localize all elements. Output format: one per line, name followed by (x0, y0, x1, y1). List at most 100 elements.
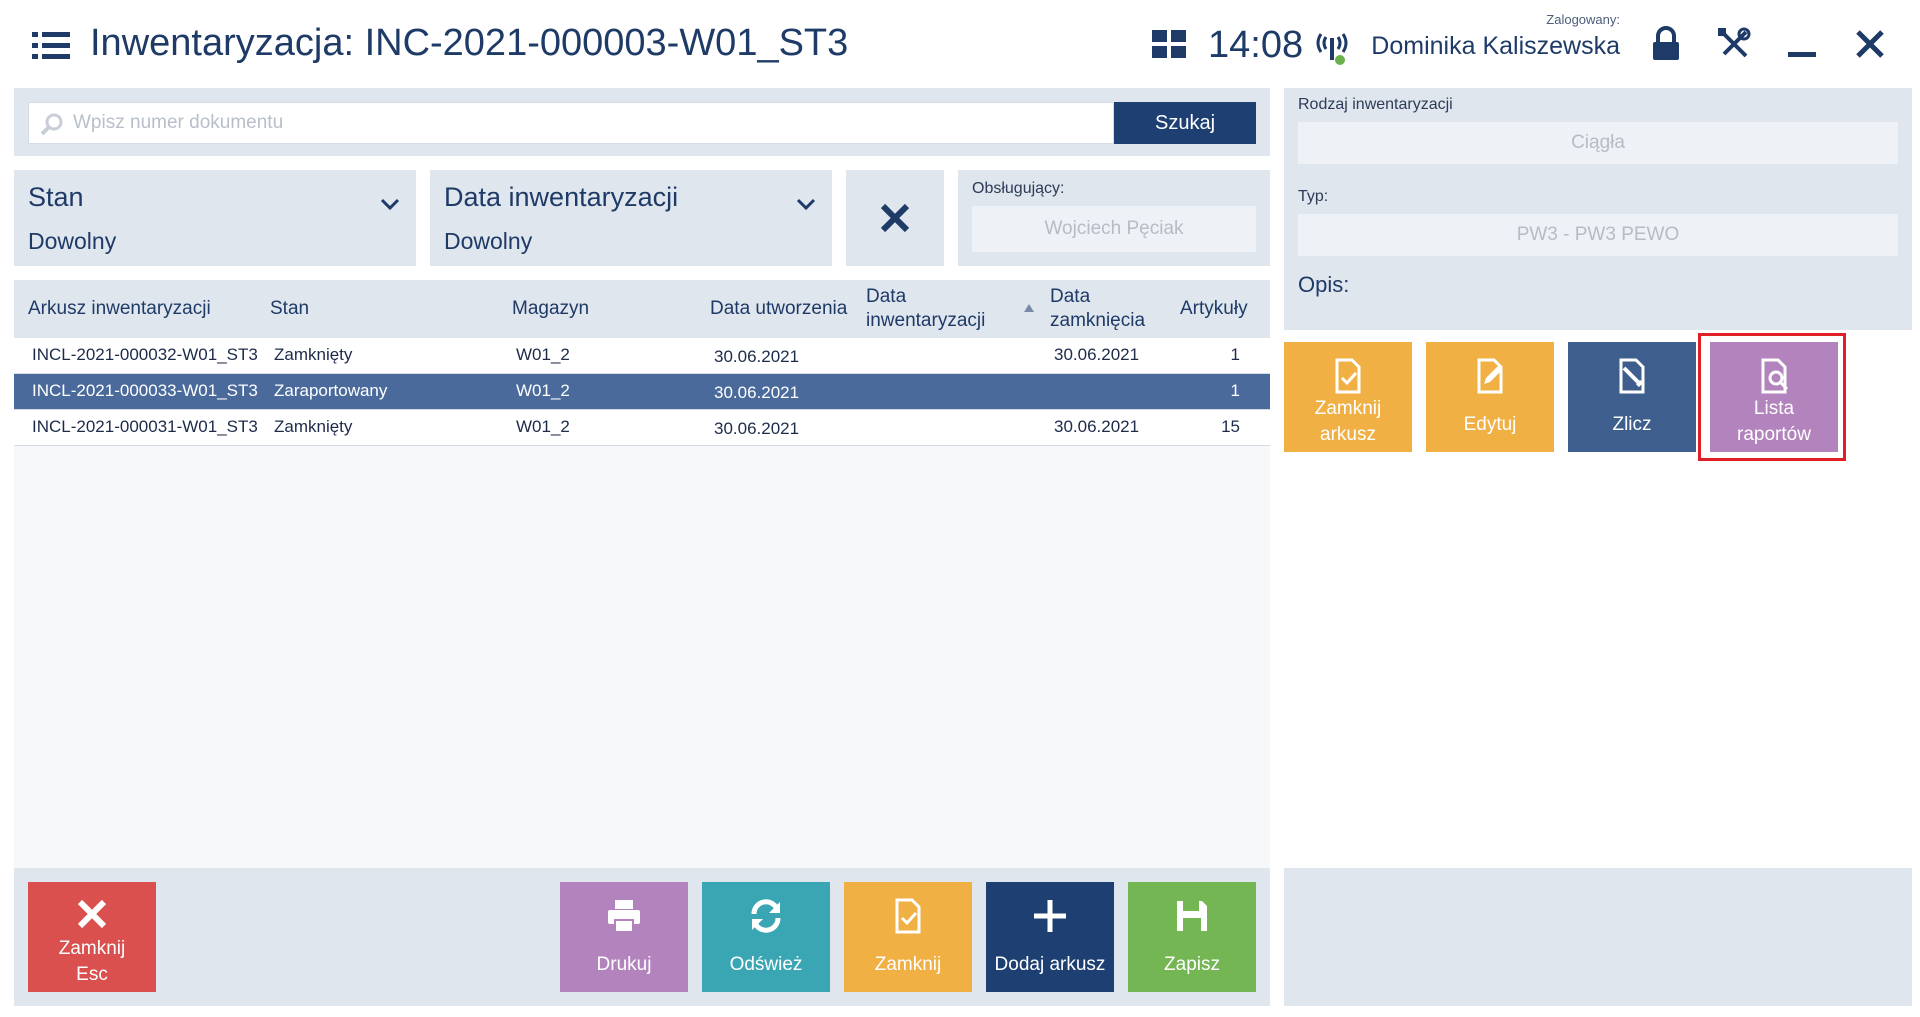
table-row-selected[interactable]: INCL-2021-000033-W01_ST3 Zaraportowany W… (14, 374, 1270, 410)
lock-icon[interactable] (1646, 24, 1686, 64)
cell-warehouse: W01_2 (516, 345, 570, 364)
cell-warehouse: W01_2 (516, 381, 570, 400)
close-document-icon (895, 898, 921, 934)
report-list-label-line1: Lista (1753, 398, 1795, 419)
search-field[interactable] (28, 102, 1114, 144)
print-label: Drukuj (596, 954, 652, 975)
count-button[interactable]: Zlicz (1568, 342, 1696, 452)
chevron-down-icon (380, 198, 400, 211)
column-header-warehouse[interactable]: Magazyn (512, 297, 589, 321)
inventory-sheets-grid: Arkusz inwentaryzacji Stan Magazyn Data … (14, 280, 1270, 868)
right-bottom-bar (1284, 868, 1912, 1006)
type-label: Typ: (1298, 188, 1329, 205)
refresh-icon (751, 899, 781, 933)
signal-icon (1316, 33, 1348, 65)
save-icon (1177, 901, 1207, 931)
close-document-label: Zamknij (874, 954, 942, 975)
user-name[interactable]: Dominika Kaliszewska (1370, 32, 1620, 61)
inventory-kind-label: Rodzaj inwentaryzacji (1298, 96, 1453, 113)
plus-icon (1034, 900, 1066, 932)
column-header-sheet[interactable]: Arkusz inwentaryzacji (28, 297, 211, 321)
sort-ascending-icon (1024, 304, 1034, 312)
inventory-date-filter-value: Dowolny (444, 228, 533, 254)
clear-filters-button[interactable] (846, 170, 944, 266)
logged-caption: Zalogowany: (1546, 12, 1620, 27)
edit-icon (1477, 358, 1503, 394)
cell-created: 30.06.2021 (714, 347, 800, 366)
cell-state: Zaraportowany (274, 381, 388, 400)
report-list-label-line2: raportów (1737, 424, 1811, 445)
table-row[interactable]: INCL-2021-000031-W01_ST3 Zamknięty W01_2… (14, 410, 1270, 446)
report-list-icon (1761, 358, 1789, 394)
count-icon (1619, 358, 1645, 394)
column-header-inventory-date[interactable]: Data inwentaryzacji (866, 285, 1016, 333)
tools-icon[interactable] (1714, 24, 1754, 64)
chevron-down-icon (796, 198, 816, 211)
clock: 14:08 (1208, 24, 1304, 66)
cell-items: 1 (1230, 381, 1240, 400)
save-label: Zapisz (1164, 954, 1220, 975)
search-button[interactable]: Szukaj (1114, 102, 1256, 144)
column-header-state[interactable]: Stan (270, 297, 309, 321)
operator-field: Obsługujący: Wojciech Pęciak (958, 170, 1270, 266)
print-button[interactable]: Drukuj (560, 882, 688, 992)
close-sheet-icon (1335, 358, 1361, 394)
type-value: PW3 - PW3 PEWO (1298, 214, 1898, 256)
cell-closed: 30.06.2021 (1054, 345, 1140, 364)
close-document-button[interactable]: Zamknij (844, 882, 972, 992)
search-bar: Szukaj (14, 88, 1270, 156)
cell-state: Zamknięty (274, 417, 353, 436)
column-header-closed[interactable]: Data zamknięcia (1050, 285, 1160, 333)
state-filter-value: Dowolny (28, 228, 117, 254)
count-label: Zlicz (1612, 414, 1652, 435)
cell-closed: 30.06.2021 (1054, 417, 1140, 436)
cell-items: 1 (1230, 345, 1240, 364)
minimize-icon[interactable] (1782, 24, 1822, 64)
sheet-actions: Zamknij arkusz Edytuj Zlicz Lista raport… (1284, 330, 1912, 868)
app-header: Inwentaryzacja: INC-2021-000003-W01_ST3 … (0, 0, 1920, 86)
cell-sheet: INCL-2021-000033-W01_ST3 (32, 381, 258, 400)
description-label: Opis: (1298, 272, 1350, 297)
operator-label: Obsługujący: (972, 180, 1065, 197)
state-filter-label: Stan (28, 182, 84, 212)
menu-icon[interactable] (32, 32, 70, 60)
refresh-button[interactable]: Odśwież (702, 882, 830, 992)
cell-created: 30.06.2021 (714, 419, 800, 438)
cell-warehouse: W01_2 (516, 417, 570, 436)
inventory-date-filter-label: Data inwentaryzacji (444, 182, 679, 212)
cell-state: Zamknięty (274, 345, 353, 364)
cell-sheet: INCL-2021-000031-W01_ST3 (32, 417, 258, 436)
close-icon (77, 899, 107, 929)
clear-icon (880, 203, 910, 233)
add-sheet-button[interactable]: Dodaj arkusz (986, 882, 1114, 992)
tiles-icon[interactable] (1152, 30, 1186, 58)
report-list-button[interactable]: Lista raportów (1710, 342, 1838, 452)
state-filter[interactable]: Stan Dowolny (14, 170, 416, 266)
inventory-kind-value: Ciągła (1298, 122, 1898, 164)
close-icon[interactable] (1850, 24, 1890, 64)
close-sheet-label-line1: Zamknij (1314, 398, 1382, 419)
page-title: Inwentaryzacja: INC-2021-000003-W01_ST3 (90, 22, 849, 64)
bottom-toolbar: Zamknij Esc Drukuj Odśwież Zamknij Dodaj… (14, 868, 1270, 1006)
close-esc-shortcut: Esc (76, 964, 108, 985)
close-esc-label: Zamknij (58, 938, 126, 959)
inventory-date-filter[interactable]: Data inwentaryzacji Dowolny (430, 170, 832, 266)
cell-created: 30.06.2021 (714, 383, 800, 402)
save-button[interactable]: Zapisz (1128, 882, 1256, 992)
column-header-items[interactable]: Artykuły (1180, 297, 1248, 321)
refresh-label: Odśwież (729, 954, 803, 975)
search-icon (40, 113, 63, 136)
cell-sheet: INCL-2021-000032-W01_ST3 (32, 345, 258, 364)
add-sheet-label: Dodaj arkusz (994, 954, 1106, 975)
operator-value: Wojciech Pęciak (972, 206, 1256, 252)
close-esc-button[interactable]: Zamknij Esc (28, 882, 156, 992)
column-header-created[interactable]: Data utworzenia (710, 297, 847, 321)
details-panel: Rodzaj inwentaryzacji Ciągła Typ: PW3 - … (1284, 88, 1912, 330)
cell-items: 15 (1221, 417, 1240, 436)
close-sheet-button[interactable]: Zamknij arkusz (1284, 342, 1412, 452)
edit-button[interactable]: Edytuj (1426, 342, 1554, 452)
edit-label: Edytuj (1463, 414, 1517, 435)
close-sheet-label-line2: arkusz (1320, 424, 1376, 445)
table-row[interactable]: INCL-2021-000032-W01_ST3 Zamknięty W01_2… (14, 338, 1270, 374)
search-input[interactable] (73, 103, 1103, 143)
